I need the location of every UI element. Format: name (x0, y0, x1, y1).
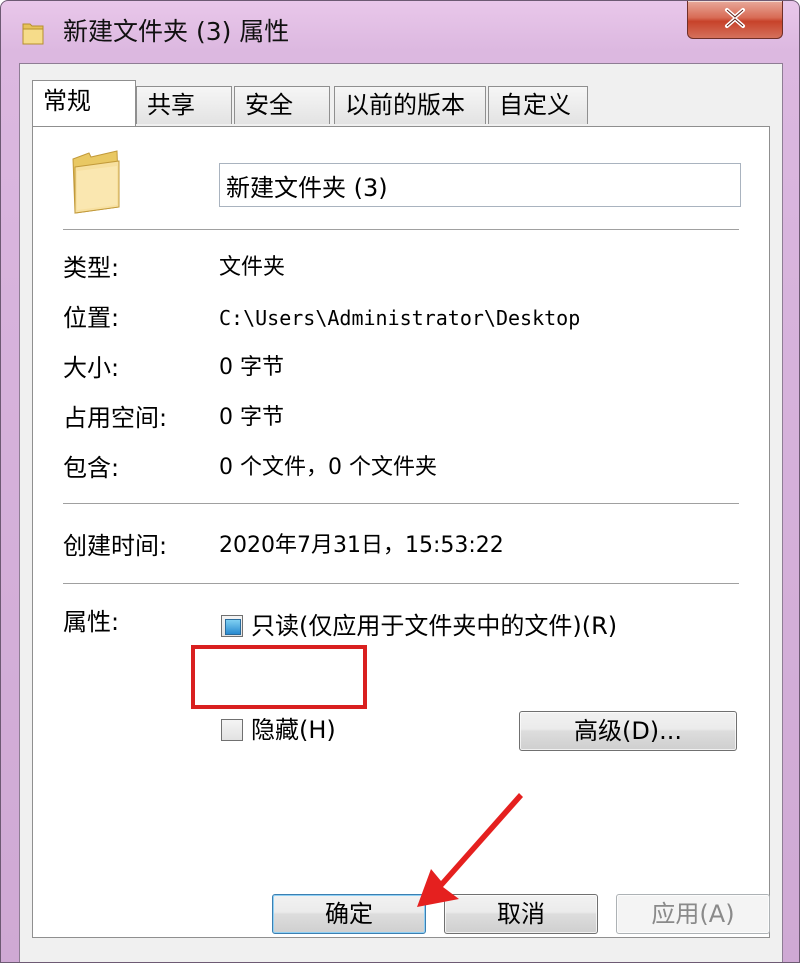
separator (63, 229, 739, 231)
size-value: 0 字节 (219, 355, 284, 380)
hidden-label[interactable]: 隐藏(H) (251, 715, 336, 745)
title-bar[interactable]: 新建文件夹 (3) 属性 (1, 1, 799, 63)
tab-previous-versions[interactable]: 以前的版本 (334, 86, 486, 124)
advanced-button[interactable]: 高级(D)... (519, 711, 737, 751)
tab-strip: 常规 共享 安全 以前的版本 自定义 (30, 78, 770, 128)
separator (63, 503, 739, 505)
type-value: 文件夹 (219, 255, 286, 280)
type-label: 类型: (63, 254, 120, 282)
contains-label: 包含: (63, 454, 120, 482)
tab-sharing[interactable]: 共享 (136, 86, 232, 124)
apply-button[interactable]: 应用(A) (616, 894, 770, 934)
location-value: C:\Users\Administrator\Desktop (219, 306, 581, 330)
folder-name-input[interactable] (219, 163, 741, 207)
readonly-label[interactable]: 只读(仅应用于文件夹中的文件)(R) (251, 611, 617, 641)
close-icon (722, 7, 748, 33)
hidden-checkbox[interactable] (221, 719, 243, 741)
highlight-box (191, 645, 367, 709)
created-value: 2020年7月31日，15:53:22 (219, 533, 504, 558)
disk-size-label: 占用空间: (63, 404, 168, 432)
tab-general[interactable]: 常规 (32, 80, 136, 126)
separator (63, 583, 739, 585)
attributes-label: 属性: (63, 608, 120, 636)
size-label: 大小: (63, 354, 120, 382)
disk-size-value: 0 字节 (219, 405, 284, 430)
folder-icon (21, 20, 45, 46)
readonly-checkbox[interactable] (221, 615, 243, 637)
window-title: 新建文件夹 (3) 属性 (63, 17, 290, 46)
location-label: 位置: (63, 304, 120, 332)
tab-customize[interactable]: 自定义 (488, 86, 588, 124)
folder-icon (69, 149, 123, 215)
contains-value: 0 个文件，0 个文件夹 (219, 455, 437, 480)
close-button[interactable] (687, 1, 783, 39)
tab-security[interactable]: 安全 (234, 86, 330, 124)
properties-window: 新建文件夹 (3) 属性 常规 共享 安全 以前的版本 自定义 新建文件夹 (3… (0, 0, 800, 963)
created-label: 创建时间: (63, 532, 168, 560)
pointer-arrow (371, 791, 541, 931)
